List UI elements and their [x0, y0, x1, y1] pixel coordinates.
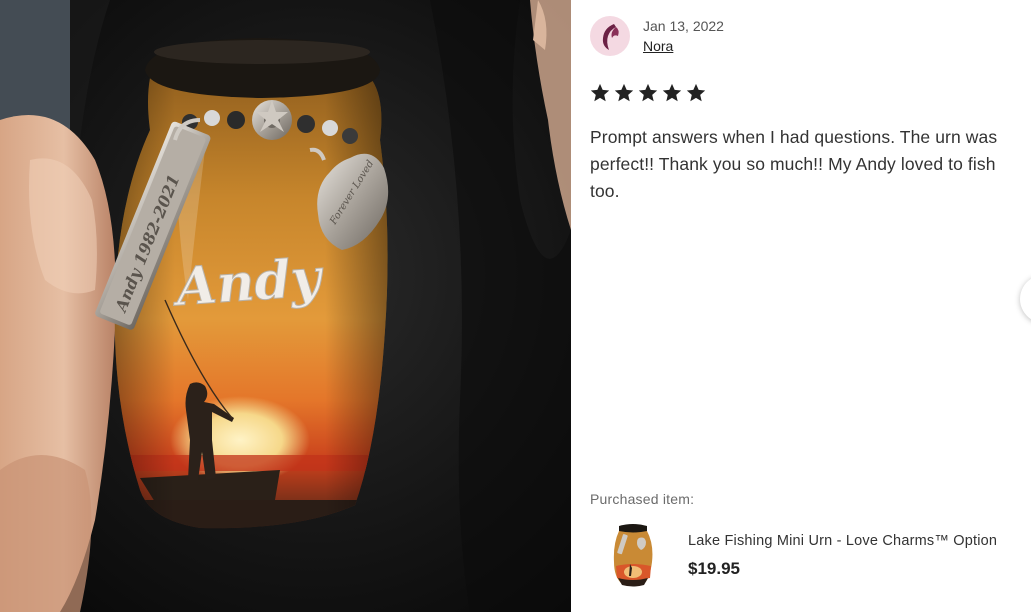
product-thumbnail[interactable]	[608, 522, 658, 588]
urn-photo-illustration: Andy Andy 1982-2021 Forever Loved	[0, 0, 571, 612]
star-rating	[589, 82, 707, 104]
urn-name-text: Andy	[169, 247, 326, 319]
review-date: Jan 13, 2022	[643, 18, 724, 34]
review-text: Prompt answers when I had questions. The…	[590, 127, 998, 201]
review-photo[interactable]: Andy Andy 1982-2021 Forever Loved	[0, 0, 571, 612]
avatar[interactable]	[590, 16, 630, 56]
product-image	[613, 524, 653, 587]
purchased-item-label: Purchased item:	[590, 491, 695, 507]
user-avatar-icon	[602, 24, 619, 50]
star-icon	[686, 83, 706, 102]
star-icon	[638, 83, 658, 102]
review-panel: Jan 13, 2022 Nora Prompt answers when I …	[571, 0, 1031, 612]
star-icon	[662, 83, 682, 102]
reviewer-name-link[interactable]: Nora	[643, 38, 673, 54]
carousel-next-button[interactable]	[1020, 275, 1031, 323]
star-icon	[590, 83, 610, 102]
star-icon	[614, 83, 634, 102]
carousel-next-icon	[1020, 275, 1031, 323]
product-title-link[interactable]: Lake Fishing Mini Urn - Love Charms™ Opt…	[688, 533, 997, 549]
product-price: $19.95	[688, 559, 740, 578]
